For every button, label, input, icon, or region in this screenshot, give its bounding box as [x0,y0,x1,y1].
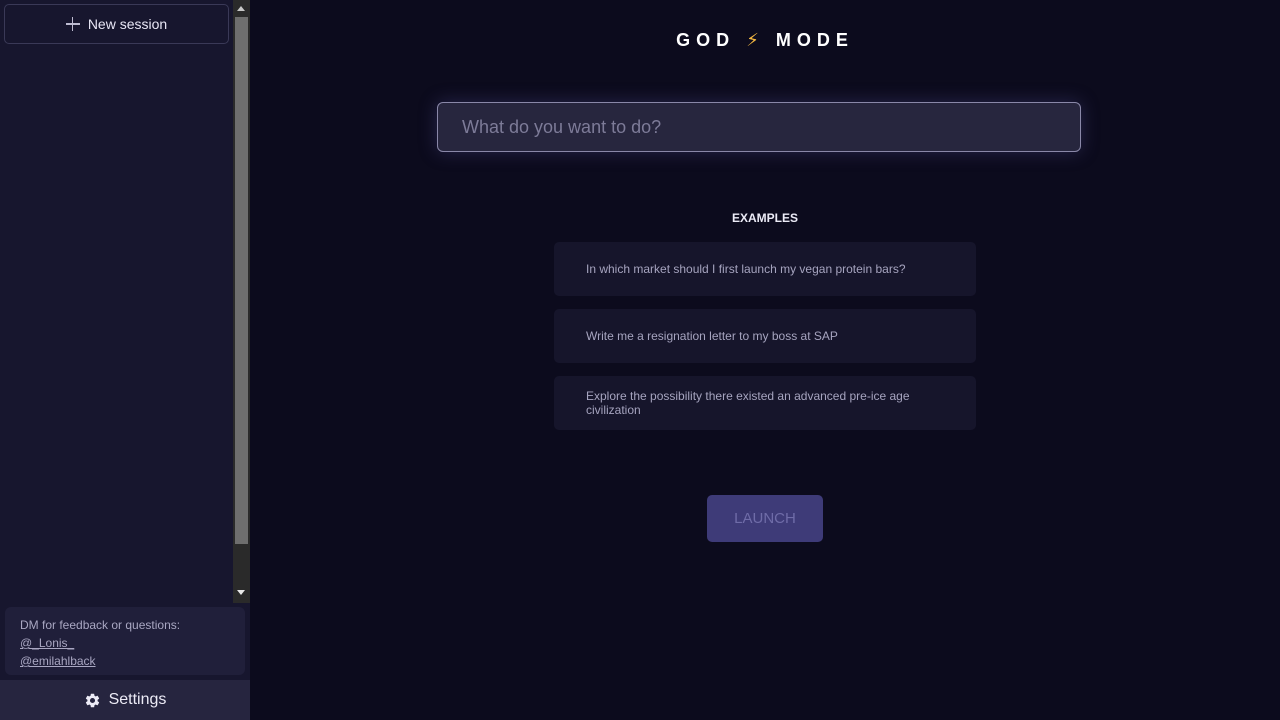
task-input[interactable] [437,102,1081,152]
plus-icon [65,17,80,31]
scroll-down-arrow-icon[interactable] [237,590,245,595]
feedback-box: DM for feedback or questions: @_Lonis_ @… [5,607,245,675]
sidebar-scrollbar[interactable] [233,0,250,603]
examples-heading: EXAMPLES [731,211,798,225]
main-panel: GOD ⚡ MODE EXAMPLES In which market shou… [250,0,1280,720]
gear-icon [85,693,99,707]
settings-label: Settings [108,691,167,708]
sidebar: New session DM for feedback or questions… [0,0,250,720]
feedback-text: DM for feedback or questions: [20,618,181,632]
settings-button[interactable]: Settings [0,680,250,720]
new-session-label: New session [87,16,168,32]
scroll-up-arrow-icon[interactable] [237,6,245,11]
page-title: GOD ⚡ MODE [250,30,1280,51]
feedback-link-lonis[interactable]: @_Lonis_ [20,634,230,652]
feedback-link-emilahlback[interactable]: @emilahlback [20,652,230,670]
title-mode: MODE [775,30,854,50]
title-god: GOD [676,30,736,50]
launch-button[interactable]: LAUNCH [707,495,823,542]
new-session-button[interactable]: New session [4,4,229,44]
example-card-pre-ice-age-civilization[interactable]: Explore the possibility there existed an… [554,376,976,430]
session-list: New session [0,0,233,603]
example-card-vegan-protein-bars[interactable]: In which market should I first launch my… [554,242,976,296]
example-card-resignation-letter[interactable]: Write me a resignation letter to my boss… [554,309,976,363]
scrollbar-thumb[interactable] [235,17,248,544]
lightning-icon: ⚡ [746,30,765,50]
app-window: New session DM for feedback or questions… [0,0,1280,720]
